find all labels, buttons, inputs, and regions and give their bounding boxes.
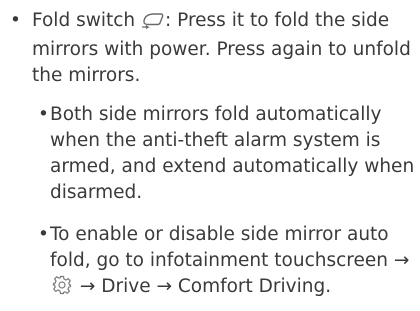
enable-auto-fold-text-after: → Drive → Comfort Driving. [74, 276, 332, 297]
enable-auto-fold-text: To enable or disable side mirror auto fo… [50, 222, 418, 303]
fold-switch-lead: Fold switch [32, 10, 136, 31]
fold-switch-text: Fold switch : Press it to fold the side … [32, 8, 415, 89]
enable-auto-fold-text-before: To enable or disable side mirror auto fo… [50, 224, 410, 271]
enable-auto-fold-note: • To enable or disable side mirror auto … [38, 222, 418, 303]
auto-fold-note-text: Both side mirrors fold automatically whe… [50, 104, 415, 203]
fold-switch-item: • Fold switch : Press it to fold the sid… [10, 8, 415, 89]
bullet: • [38, 104, 49, 125]
auto-fold-note: • Both side mirrors fold automatically w… [38, 102, 418, 206]
mirror-fold-icon [141, 11, 165, 37]
gear-icon [52, 275, 72, 303]
bullet: • [38, 224, 49, 245]
bullet: • [10, 10, 21, 31]
